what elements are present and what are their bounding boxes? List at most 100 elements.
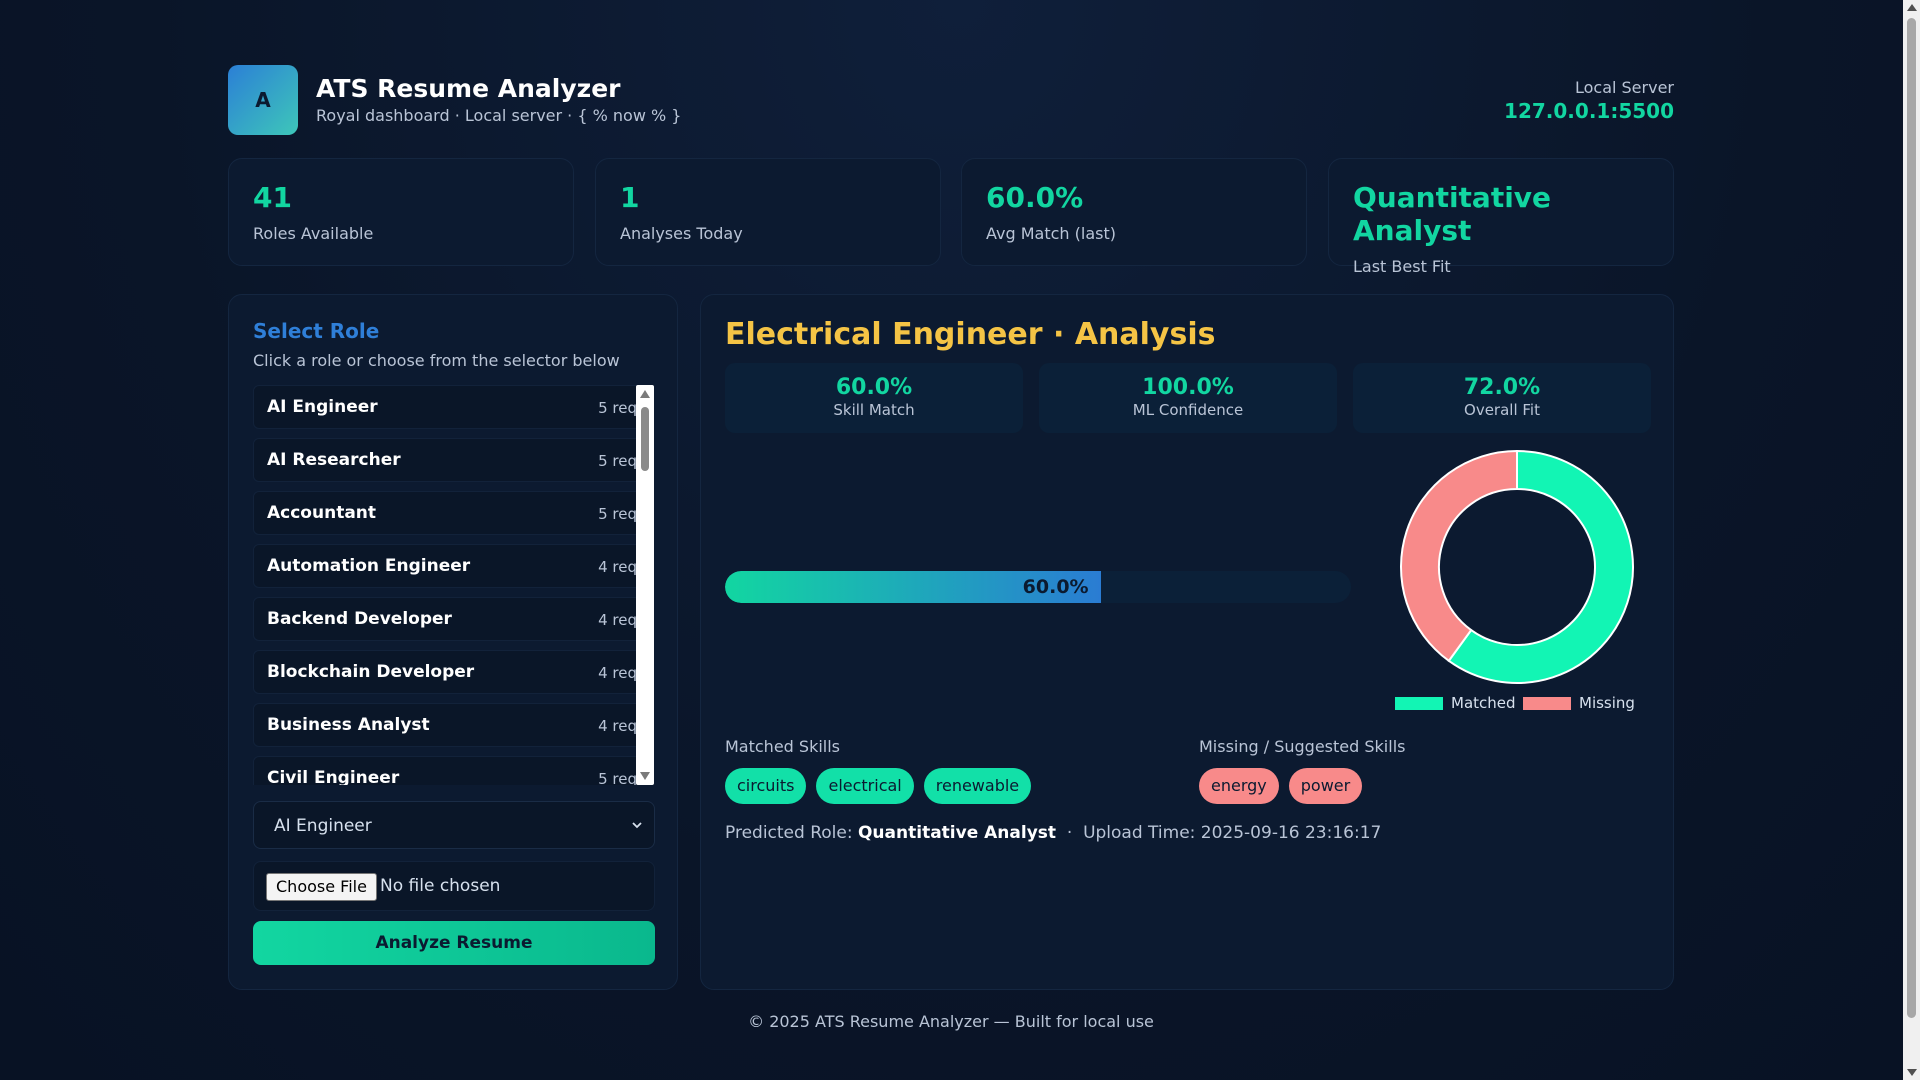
scroll-down-arrow-icon[interactable] (640, 772, 650, 780)
analyze-resume-button[interactable]: Analyze Resume (253, 921, 655, 965)
analysis-panel: Electrical Engineer · Analysis 60.0% Ski… (700, 294, 1674, 990)
donut-slice-missing (1400, 449, 1518, 663)
stat-card-analyses: 1 Analyses Today (595, 158, 941, 266)
server-address: 127.0.0.1:5500 (1504, 99, 1674, 123)
missing-skill-chip[interactable]: energy (1199, 768, 1279, 804)
matched-skill-chip[interactable]: renewable (923, 768, 1032, 804)
metric-value: 60.0% (835, 375, 913, 400)
skills-donut-chart (1400, 449, 1634, 684)
stat-label: Last Best Fit (1353, 257, 1451, 276)
stat-label: Analyses Today (620, 224, 743, 243)
role-req-count: 5 req (598, 505, 637, 523)
dashboard-page: A ATS Resume Analyzer Royal dashboard · … (228, 64, 1674, 1031)
matched-skills-list: circuits electrical renewable (725, 768, 1032, 804)
copyright-footer: © 2025 ATS Resume Analyzer — Built for l… (748, 1012, 1154, 1031)
stat-value: 1 (620, 181, 640, 214)
info-separator: · (1066, 823, 1073, 843)
page-scroll-thumb[interactable] (1907, 18, 1916, 1018)
metric-skill-match: 60.0% Skill Match (725, 363, 1023, 433)
legend-label-matched: Matched (1451, 694, 1516, 712)
metric-label: ML Confidence (1132, 401, 1244, 419)
role-req-count: 4 req (598, 717, 637, 735)
app-logo: A (228, 65, 298, 135)
predicted-role-label: Predicted Role: (725, 823, 853, 843)
chevron-down-icon (632, 822, 642, 829)
role-panel: Select Role Click a role or choose from … (228, 294, 678, 990)
role-item-backend-developer[interactable]: Backend Developer 4 req (253, 597, 648, 641)
role-item-blockchain-developer[interactable]: Blockchain Developer 4 req (253, 650, 648, 694)
role-list[interactable]: AI Engineer 5 req AI Researcher 5 req Ac… (253, 385, 648, 785)
role-name: Blockchain Developer (267, 662, 475, 682)
resume-file-input[interactable]: Choose File No file chosen (253, 861, 655, 911)
role-req-count: 4 req (598, 558, 637, 576)
stat-value: Quantitative Analyst (1353, 181, 1552, 247)
logo-letter: A (255, 88, 271, 112)
role-select[interactable]: AI Engineer (253, 801, 655, 849)
missing-skills-list: energy power (1199, 768, 1363, 804)
role-name: Automation Engineer (267, 556, 471, 576)
upload-time: Upload Time: 2025-09-16 23:16:17 (1083, 823, 1382, 843)
stat-value: 41 (253, 181, 292, 214)
legend-swatch-matched (1395, 697, 1443, 710)
role-name: Accountant (267, 503, 377, 523)
role-req-count: 4 req (598, 664, 637, 682)
role-item-accountant[interactable]: Accountant 5 req (253, 491, 648, 535)
analysis-title: Electrical Engineer · Analysis (725, 317, 1216, 352)
scroll-up-arrow-icon[interactable] (640, 390, 650, 398)
missing-skills-label: Missing / Suggested Skills (1199, 737, 1406, 756)
role-name: Civil Engineer (267, 768, 400, 785)
role-item-business-analyst[interactable]: Business Analyst 4 req (253, 703, 648, 747)
app-subtitle: Royal dashboard · Local server · { % now… (316, 106, 682, 125)
missing-skill-chip[interactable]: power (1288, 768, 1363, 804)
scroll-thumb[interactable] (641, 407, 649, 471)
stat-card-avg-match: 60.0% Avg Match (last) (961, 158, 1307, 266)
stat-value: 60.0% (986, 181, 1084, 214)
role-req-count: 5 req (598, 399, 637, 417)
metric-value: 100.0% (1142, 375, 1234, 400)
role-req-count: 5 req (598, 770, 637, 785)
role-item-ai-researcher[interactable]: AI Researcher 5 req (253, 438, 648, 482)
server-info: Local Server 127.0.0.1:5500 (1504, 78, 1674, 123)
metric-overall-fit: 72.0% Overall Fit (1353, 363, 1651, 433)
matched-skills-label: Matched Skills (725, 737, 840, 756)
file-status: No file chosen (380, 876, 501, 896)
header: A ATS Resume Analyzer Royal dashboard · … (228, 64, 1674, 136)
stat-label: Avg Match (last) (986, 224, 1116, 243)
role-name: Business Analyst (267, 715, 430, 735)
matched-skill-chip[interactable]: electrical (816, 768, 914, 804)
role-name: AI Engineer (267, 397, 378, 417)
choose-file-button[interactable]: Choose File (266, 873, 377, 901)
stat-label: Roles Available (253, 224, 374, 243)
role-name: AI Researcher (267, 450, 401, 470)
metric-value: 72.0% (1463, 375, 1541, 400)
predicted-role-value: Quantitative Analyst (857, 823, 1057, 843)
page-scroll-up-icon[interactable] (1907, 4, 1917, 11)
role-item-automation-engineer[interactable]: Automation Engineer 4 req (253, 544, 648, 588)
stat-card-best-fit: Quantitative Analyst Last Best Fit (1328, 158, 1674, 276)
role-item-civil-engineer[interactable]: Civil Engineer 5 req (253, 756, 648, 785)
server-label: Local Server (1574, 78, 1674, 97)
role-panel-title: Select Role (253, 319, 380, 343)
legend-label-missing: Missing (1579, 694, 1635, 712)
prediction-info: Predicted Role: Quantitative Analyst · U… (725, 823, 1381, 843)
role-req-count: 5 req (598, 452, 637, 470)
skill-match-progress-fill: 60.0% (725, 571, 1101, 603)
metric-label: Skill Match (833, 401, 915, 419)
stat-card-roles: 41 Roles Available (228, 158, 574, 266)
role-req-count: 4 req (598, 611, 637, 629)
app-title: ATS Resume Analyzer (316, 74, 621, 103)
metric-ml-confidence: 100.0% ML Confidence (1039, 363, 1337, 433)
role-panel-hint: Click a role or choose from the selector… (253, 351, 620, 370)
role-item-ai-engineer[interactable]: AI Engineer 5 req (253, 385, 648, 429)
matched-skill-chip[interactable]: circuits (725, 768, 807, 804)
skill-match-progress: 60.0% (725, 571, 1351, 603)
role-list-scrollbar[interactable] (636, 385, 654, 785)
skill-match-progress-label: 60.0% (1022, 576, 1089, 598)
role-select-value: AI Engineer (274, 816, 372, 836)
role-name: Backend Developer (267, 609, 452, 629)
page-scroll-down-icon[interactable] (1907, 1069, 1917, 1076)
page-scrollbar[interactable] (1903, 0, 1920, 1080)
legend-swatch-missing (1523, 697, 1571, 710)
stats-row: 41 Roles Available 1 Analyses Today 60.0… (228, 158, 1674, 276)
metric-label: Overall Fit (1464, 401, 1540, 419)
